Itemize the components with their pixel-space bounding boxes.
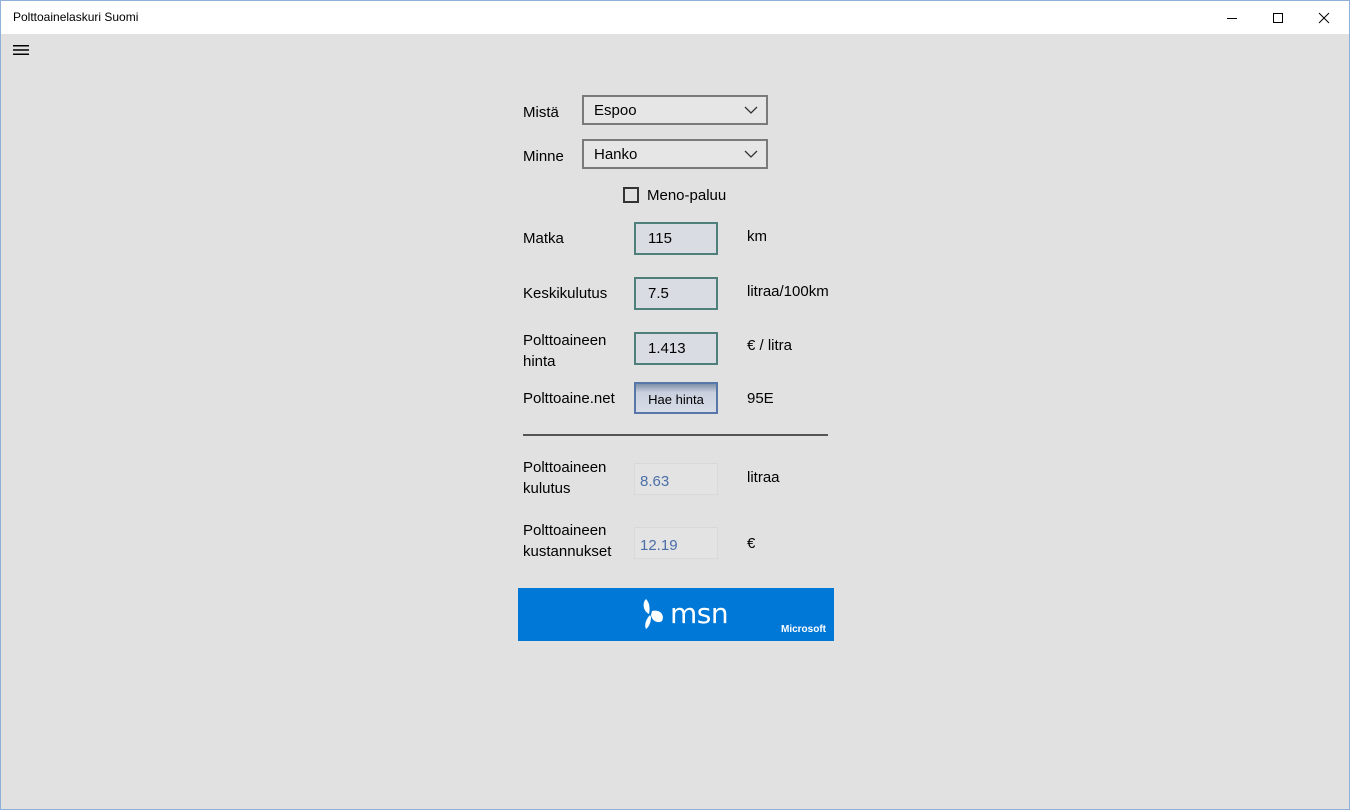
price-unit: € / litra (747, 337, 793, 354)
distance-unit: km (747, 228, 767, 245)
minimize-icon (1227, 17, 1237, 19)
hamburger-icon (13, 45, 29, 55)
microsoft-label: Microsoft (781, 624, 826, 635)
cost-label-line2: kustannukset (523, 543, 612, 560)
price-label-line2: hinta (523, 353, 556, 370)
usage-unit: litraa (747, 469, 780, 486)
from-select[interactable]: Espoo (582, 95, 768, 125)
round-trip-checkbox[interactable] (623, 187, 639, 203)
close-icon (1318, 12, 1330, 23)
from-label: Mistä (523, 104, 559, 121)
chevron-down-icon (744, 150, 758, 158)
menu-button[interactable] (9, 41, 33, 59)
usage-result: 8.63 (634, 463, 718, 495)
usage-label-line1: Polttoaineen (523, 459, 607, 476)
title-bar: Polttoainelaskuri Suomi (1, 1, 1349, 34)
usage-label: Polttoaineen kulutus (523, 457, 606, 499)
chevron-down-icon (744, 106, 758, 114)
cost-result: 12.19 (634, 527, 718, 559)
from-select-value: Espoo (594, 102, 637, 119)
msn-brand: msn (670, 597, 729, 630)
close-button[interactable] (1301, 1, 1347, 34)
consumption-unit: litraa/100km (747, 283, 829, 300)
maximize-icon (1273, 12, 1283, 23)
msn-ad-banner[interactable]: msn Microsoft (518, 588, 834, 641)
consumption-input[interactable] (634, 277, 718, 310)
price-label: Polttoaineen hinta (523, 330, 606, 372)
fetch-price-button[interactable]: Hae hinta (634, 382, 718, 414)
to-select[interactable]: Hanko (582, 139, 768, 169)
fuel-type: 95E (747, 390, 774, 407)
app-window: Polttoainelaskuri Suomi Mistä Espoo Minn… (0, 0, 1350, 810)
distance-input[interactable] (634, 222, 718, 255)
window-title: Polttoainelaskuri Suomi (13, 10, 139, 24)
minimize-button[interactable] (1209, 1, 1255, 34)
source-label: Polttoaine.net (523, 390, 615, 407)
to-label: Minne (523, 148, 564, 165)
msn-butterfly-icon (643, 599, 663, 629)
cost-label-line1: Polttoaineen (523, 522, 607, 539)
to-select-value: Hanko (594, 146, 638, 163)
usage-label-line2: kulutus (523, 480, 571, 497)
divider (523, 434, 828, 436)
maximize-button[interactable] (1255, 1, 1301, 34)
round-trip-label: Meno-paluu (647, 187, 727, 204)
cost-label: Polttoaineen kustannukset (523, 520, 611, 562)
price-input[interactable] (634, 332, 718, 365)
consumption-label: Keskikulutus (523, 285, 608, 302)
cost-unit: € (747, 535, 756, 552)
price-label-line1: Polttoaineen (523, 332, 607, 349)
distance-label: Matka (523, 230, 564, 247)
